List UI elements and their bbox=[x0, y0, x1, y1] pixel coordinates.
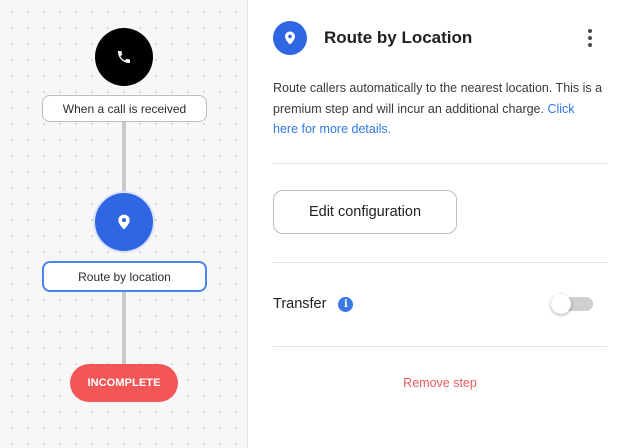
toggle-knob bbox=[551, 294, 571, 314]
edit-configuration-button[interactable]: Edit configuration bbox=[273, 190, 457, 234]
divider bbox=[273, 163, 607, 164]
transfer-label: Transfer bbox=[273, 296, 327, 312]
trigger-node-label[interactable]: When a call is received bbox=[42, 95, 207, 122]
divider bbox=[273, 262, 607, 263]
transfer-setting: Transfer i bbox=[273, 292, 593, 316]
flow-canvas[interactable]: When a call is received Route by locatio… bbox=[0, 0, 248, 448]
route-node-label[interactable]: Route by location bbox=[42, 261, 207, 292]
panel-header: Route by Location bbox=[273, 20, 602, 56]
flow-connector bbox=[122, 120, 126, 195]
trigger-node[interactable] bbox=[95, 28, 153, 86]
location-pin-icon bbox=[118, 214, 130, 230]
incomplete-status-badge[interactable]: INCOMPLETE bbox=[70, 364, 178, 402]
phone-icon bbox=[118, 51, 130, 63]
transfer-toggle[interactable] bbox=[551, 294, 593, 314]
location-pin-icon bbox=[273, 21, 307, 55]
flow-connector bbox=[122, 292, 126, 364]
step-description: Route callers automatically to the neare… bbox=[273, 78, 603, 140]
info-icon[interactable]: i bbox=[338, 296, 354, 312]
route-by-location-node[interactable] bbox=[95, 193, 153, 251]
divider bbox=[273, 346, 607, 347]
panel-title: Route by Location bbox=[324, 28, 473, 47]
kebab-menu-icon[interactable] bbox=[582, 26, 598, 50]
remove-step-link[interactable]: Remove step bbox=[273, 376, 607, 390]
step-detail-panel: Route by Location Route callers automati… bbox=[249, 0, 618, 448]
